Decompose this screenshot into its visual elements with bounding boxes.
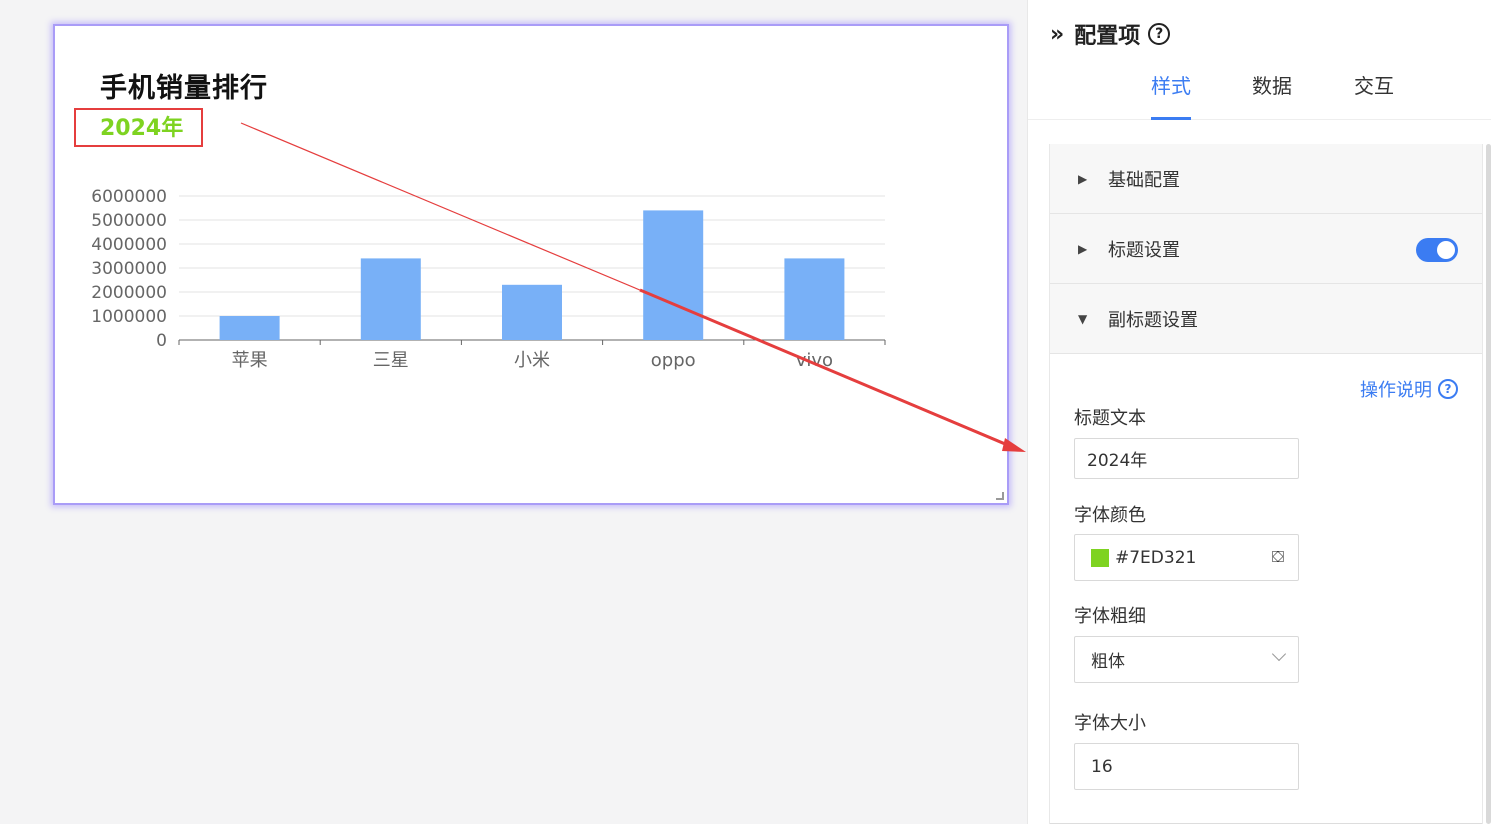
section-label: 标题设置	[1108, 239, 1180, 261]
section-label: 基础配置	[1108, 169, 1180, 191]
font-weight-label: 字体粗细	[1074, 606, 1146, 627]
y-tick-label: 4000000	[91, 235, 167, 255]
title-visibility-toggle[interactable]	[1416, 238, 1458, 262]
config-panel: » 配置项 ? 样式 数据 交互 ▶ 基础配置 ▶ 标题设置 ▼ 副标题设置 操…	[1027, 0, 1491, 824]
section-title-settings[interactable]: ▶ 标题设置	[1050, 214, 1482, 284]
help-link-label: 操作说明	[1360, 380, 1432, 401]
resize-handle[interactable]	[996, 492, 1004, 500]
caret-down-icon: ▼	[1078, 311, 1088, 326]
bar	[219, 316, 280, 340]
paint-bucket-icon[interactable]: ⛋	[1272, 547, 1284, 567]
bar	[643, 210, 704, 340]
subtitle-settings-body: 操作说明 ? 标题文本 2024年 字体颜色 #7ED321 ⛋ 字体粗细 粗体…	[1050, 354, 1482, 824]
y-tick-label: 0	[156, 331, 167, 351]
font-weight-select[interactable]: 粗体	[1074, 636, 1299, 683]
config-sections: ▶ 基础配置 ▶ 标题设置 ▼ 副标题设置 操作说明 ? 标题文本 2024年 …	[1049, 144, 1483, 824]
section-subtitle-settings[interactable]: ▼ 副标题设置	[1050, 284, 1482, 354]
bar	[502, 284, 562, 340]
panel-title: 配置项	[1074, 24, 1141, 49]
title-text-value: 2024年	[1087, 451, 1148, 471]
font-size-value: 16	[1091, 756, 1113, 777]
help-link[interactable]: 操作说明 ?	[1360, 376, 1458, 402]
chevron-down-icon	[1271, 646, 1287, 662]
collapse-icon[interactable]: »	[1050, 22, 1064, 47]
tab-data[interactable]: 数据	[1252, 70, 1292, 117]
caret-right-icon: ▶	[1078, 171, 1088, 186]
tab-style[interactable]: 样式	[1151, 70, 1191, 120]
x-tick-label: 三星	[373, 350, 409, 371]
title-text-label: 标题文本	[1074, 408, 1146, 429]
font-color-value: #7ED321	[1115, 547, 1197, 568]
canvas-area: 手机销量排行 2024年 6000000 5000000 4000000 300000…	[0, 0, 1027, 824]
font-color-picker[interactable]: #7ED321 ⛋	[1074, 534, 1299, 581]
font-size-label: 字体大小	[1074, 713, 1146, 734]
color-swatch	[1091, 548, 1109, 567]
font-weight-value: 粗体	[1091, 652, 1125, 672]
panel-header: » 配置项 ?	[1050, 18, 1171, 50]
x-tick-label: oppo	[651, 350, 696, 371]
tab-interaction[interactable]: 交互	[1354, 70, 1394, 117]
x-tick-label: vivo	[796, 350, 833, 371]
help-icon[interactable]: ?	[1148, 23, 1171, 45]
chart-card[interactable]: 手机销量排行 2024年 6000000 5000000 4000000 300000…	[53, 24, 1009, 505]
section-basic-config[interactable]: ▶ 基础配置	[1050, 144, 1482, 214]
y-tick-label: 1000000	[91, 307, 167, 327]
y-tick-label: 2000000	[91, 283, 167, 303]
x-tick-label: 小米	[514, 350, 550, 371]
section-label: 副标题设置	[1108, 309, 1198, 331]
bar	[360, 258, 421, 340]
toggle-knob	[1437, 241, 1455, 259]
x-tick-label: 苹果	[232, 350, 268, 371]
y-tick-label: 3000000	[91, 259, 167, 279]
tab-bar: 样式 数据 交互	[1028, 70, 1491, 120]
bar	[784, 258, 845, 340]
bar-chart: 6000000 5000000 4000000 3000000 2000000 10000…	[91, 187, 886, 371]
help-icon: ?	[1438, 379, 1458, 399]
y-tick-label: 5000000	[91, 211, 167, 231]
font-color-label: 字体颜色	[1074, 505, 1146, 526]
scrollbar[interactable]	[1486, 144, 1491, 824]
y-tick-label: 6000000	[91, 187, 167, 207]
caret-right-icon: ▶	[1078, 241, 1088, 256]
title-text-input[interactable]: 2024年	[1074, 438, 1299, 479]
font-size-input[interactable]: 16	[1074, 743, 1299, 790]
